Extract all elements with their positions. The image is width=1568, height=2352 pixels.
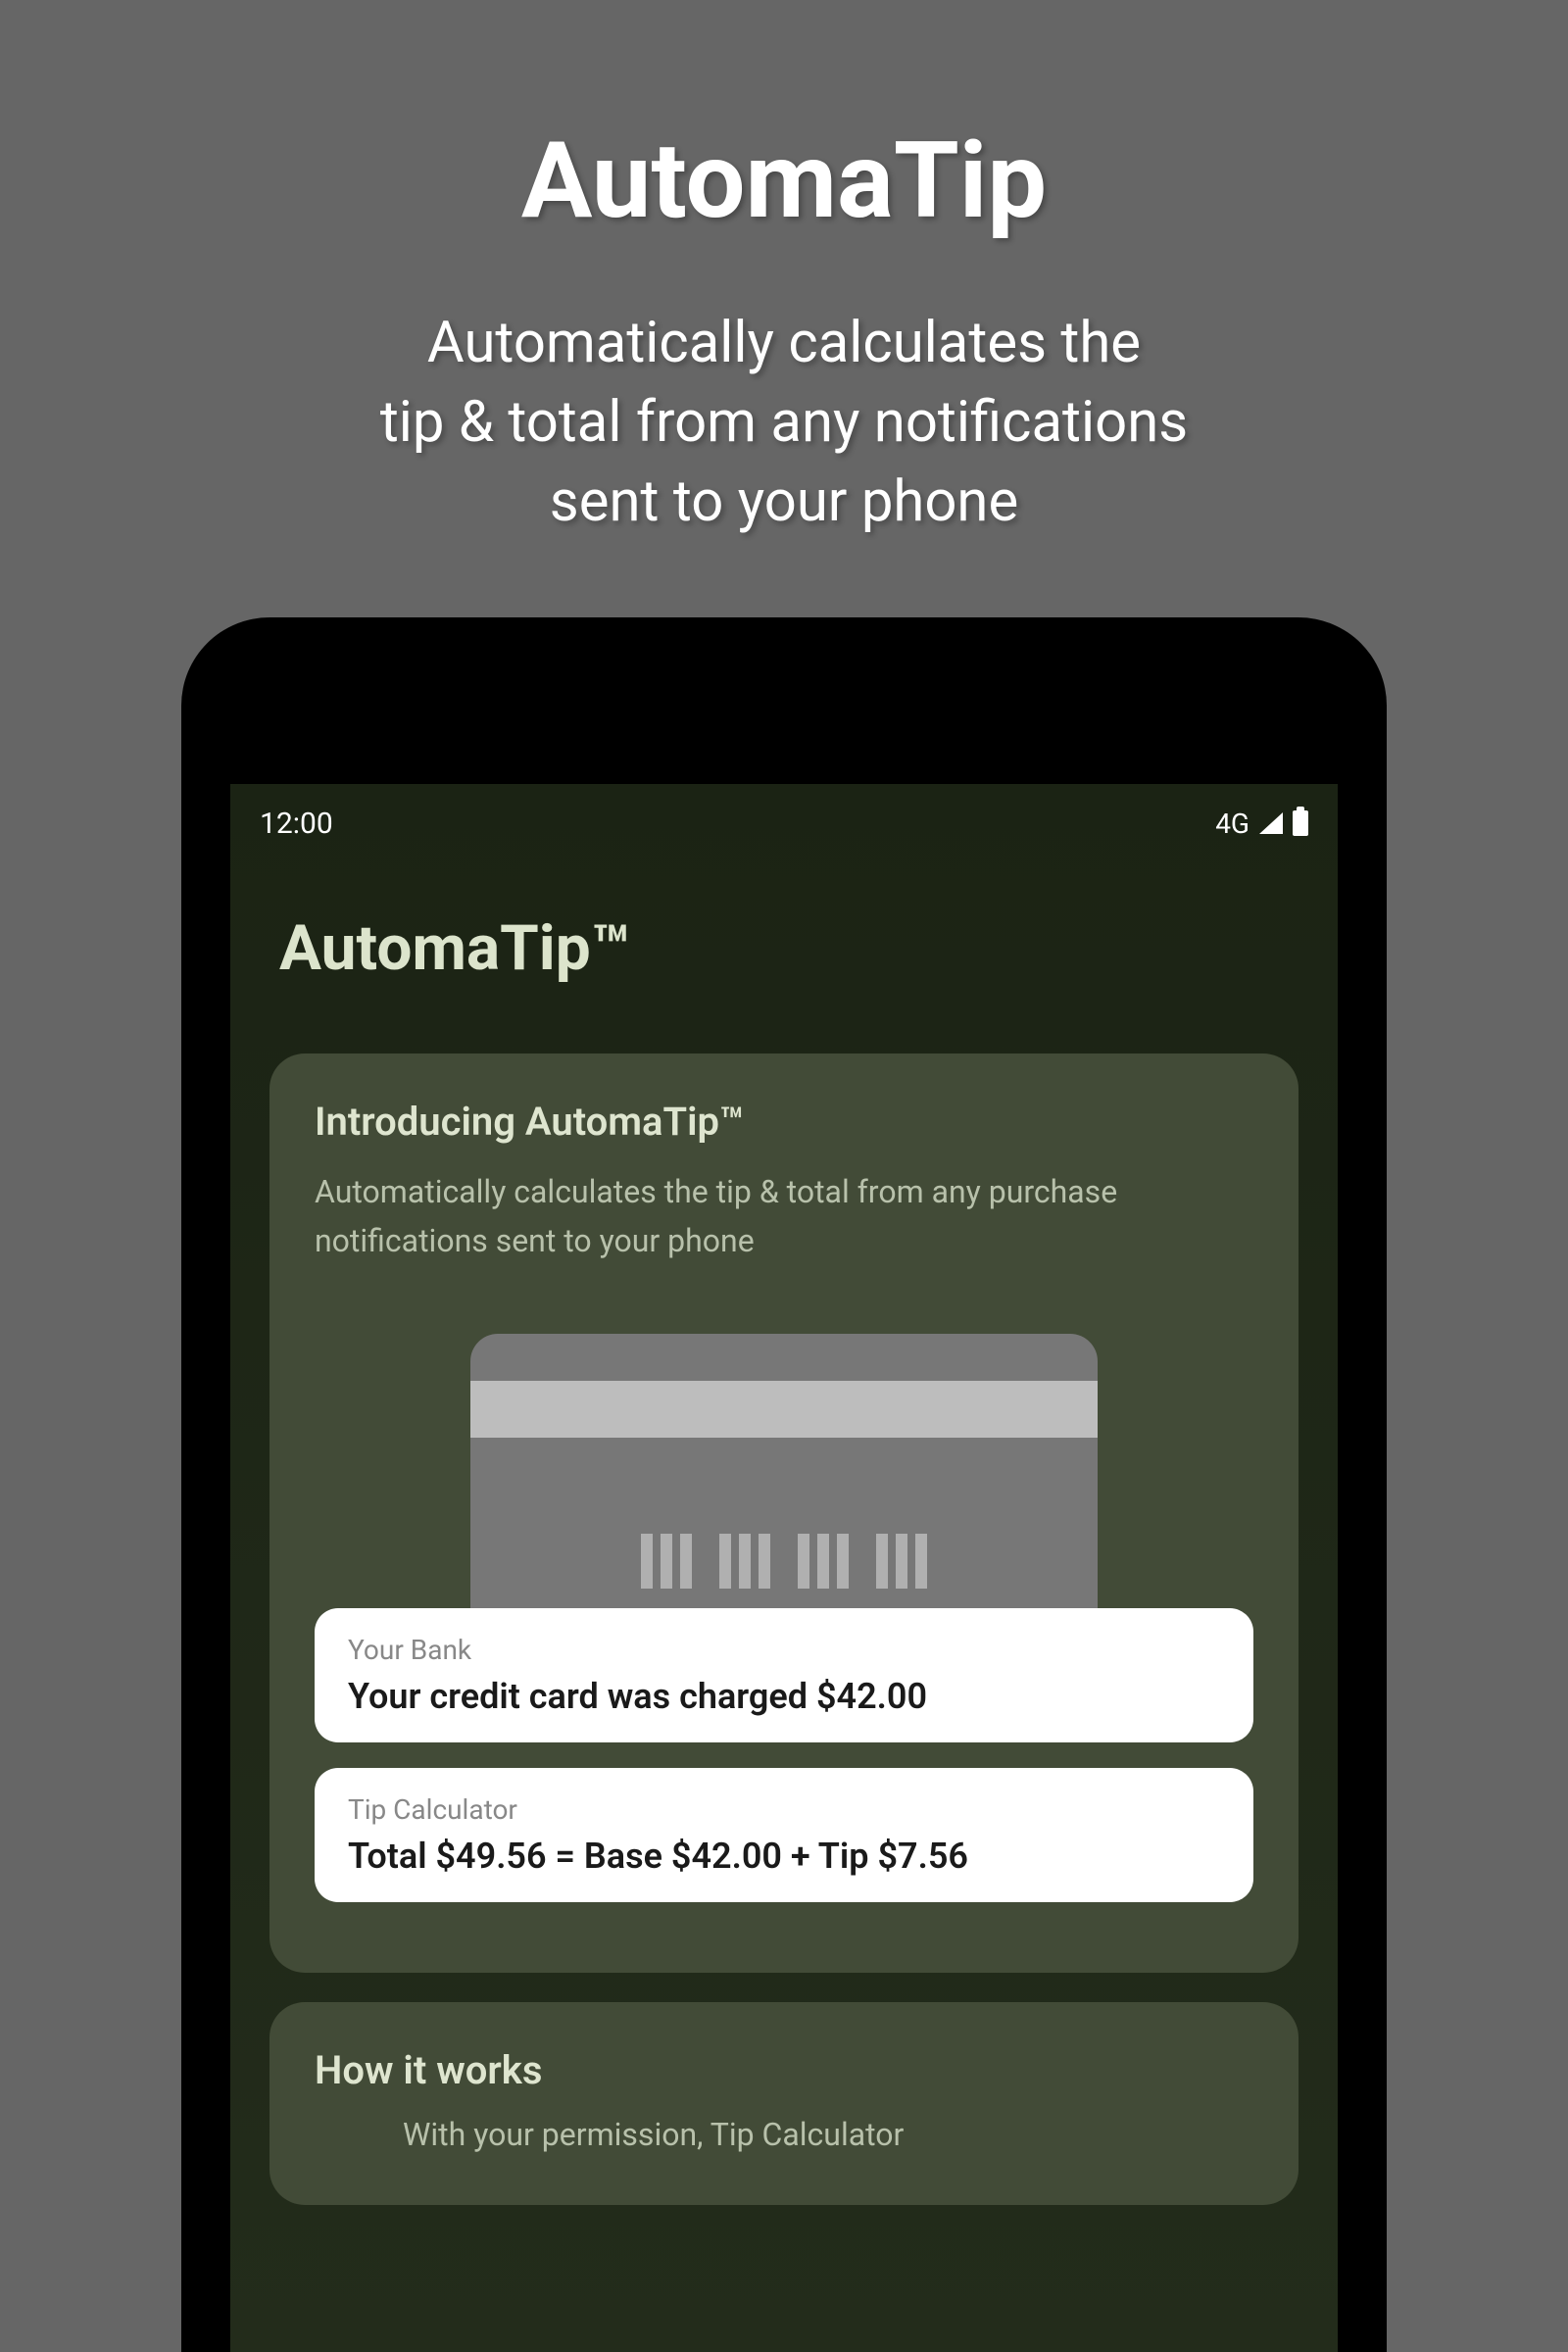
intro-body: Automatically calculates the tip & total… (315, 1168, 1253, 1265)
card-barcode (641, 1534, 927, 1589)
status-indicators: 4G (1215, 808, 1308, 840)
network-label: 4G (1215, 808, 1250, 840)
how-heading: How it works (315, 2047, 1253, 2093)
notification-tip: Tip Calculator Total $49.56 = Base $42.0… (315, 1768, 1253, 1902)
how-it-works-card: How it works With your permission, Tip C… (270, 2002, 1298, 2205)
hero-subtitle: Automatically calculates the tip & total… (0, 304, 1568, 543)
notif-source: Your Bank (348, 1634, 1220, 1666)
signal-icon (1259, 812, 1283, 834)
hero-title: AutomaTip (0, 120, 1568, 243)
intro-card: Introducing AutomaTip™ Automatically cal… (270, 1054, 1298, 1973)
notif-text: Your credit card was charged $42.00 (348, 1676, 1220, 1717)
status-time: 12:00 (260, 807, 333, 841)
app-title: AutomaTip™ (230, 843, 1338, 1024)
status-bar: 12:00 4G (230, 784, 1338, 843)
notification-bank: Your Bank Your credit card was charged $… (315, 1608, 1253, 1742)
notif-text: Total $49.56 = Base $42.00 + Tip $7.56 (348, 1836, 1220, 1877)
battery-icon (1293, 810, 1308, 836)
how-body: With your permission, Tip Calculator (403, 2111, 1253, 2160)
card-stripe (470, 1381, 1098, 1438)
device-screen: 12:00 4G AutomaTip™ Introducing AutomaTi… (230, 784, 1338, 2352)
notif-source: Tip Calculator (348, 1793, 1220, 1826)
device-frame: 12:00 4G AutomaTip™ Introducing AutomaTi… (181, 617, 1387, 2352)
intro-heading: Introducing AutomaTip™ (315, 1099, 1253, 1145)
